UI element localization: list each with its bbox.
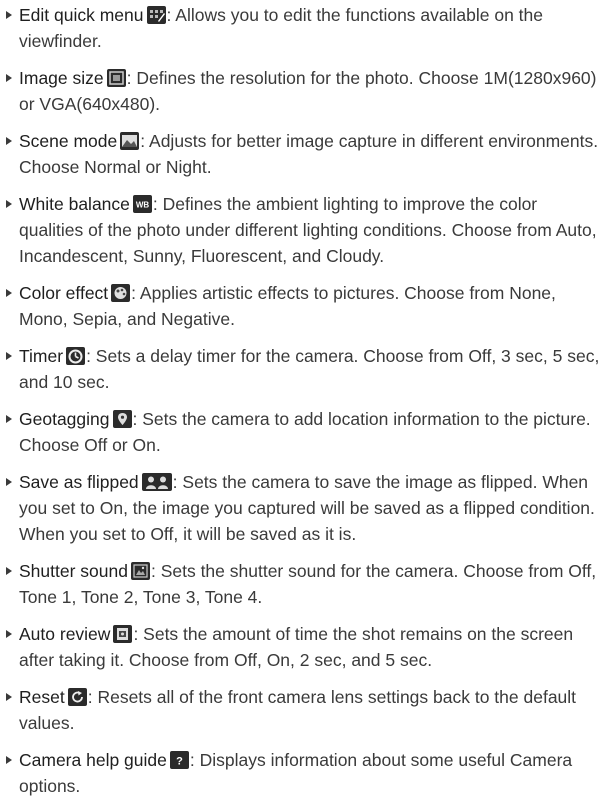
svg-text:?: ?: [176, 756, 183, 768]
list-item-image-size: Image size: Defines the resolution for t…: [6, 65, 604, 117]
item-name: Geotagging: [19, 409, 110, 429]
bullet-icon: [6, 289, 12, 297]
list-item-white-balance: White balance WB: Defines the ambient lig…: [6, 191, 604, 269]
list-item-color-effect: Color effect: Applies artistic effects t…: [6, 280, 604, 332]
bullet-icon: [6, 630, 12, 638]
timer-icon: [66, 347, 86, 365]
item-description: : Defines the resolution for the photo. …: [19, 68, 597, 114]
item-name: Color effect: [19, 283, 109, 303]
item-description: : Resets all of the front camera lens se…: [19, 687, 577, 733]
geotagging-icon: [112, 410, 132, 428]
item-name: Shutter sound: [19, 561, 128, 581]
list-item-geotagging: Geotagging: Sets the camera to add locat…: [6, 406, 604, 458]
list-item-timer: Timer: Sets a delay timer for the camera…: [6, 343, 604, 395]
list-item-auto-review: Auto review: Sets the amount of time the…: [6, 621, 604, 673]
bullet-icon: [6, 74, 12, 82]
list-item-edit-quick-menu: Edit quick menu: Allows you to edit the …: [6, 2, 604, 54]
list-item-save-as-flipped: Save as flipped: Sets the camera to save…: [6, 469, 604, 547]
shutter-sound-icon: [130, 562, 150, 580]
bullet-icon: [6, 756, 12, 764]
item-name: White balance: [19, 194, 130, 214]
image-size-icon: [106, 69, 126, 87]
item-name: Reset: [19, 687, 65, 707]
item-name: Edit quick menu: [19, 5, 144, 25]
list-item-shutter-sound: Shutter sound: Sets the shutter sound fo…: [6, 558, 604, 610]
reset-icon: [67, 688, 87, 706]
camera-help-guide-icon: ?: [169, 751, 189, 769]
bullet-icon: [6, 415, 12, 423]
item-description: : Sets a delay timer for the camera. Cho…: [19, 346, 600, 392]
bullet-icon: [6, 693, 12, 701]
item-name: Timer: [19, 346, 64, 366]
save-as-flipped-icon: [141, 473, 172, 491]
item-name: Auto review: [19, 624, 111, 644]
list-item-reset: Reset: Resets all of the front camera le…: [6, 684, 604, 736]
bullet-icon: [6, 137, 12, 145]
edit-quick-menu-icon: [146, 6, 166, 24]
bullet-icon: [6, 352, 12, 360]
list-item-scene-mode: Scene mode: Adjusts for better image cap…: [6, 128, 604, 180]
svg-text:WB: WB: [136, 201, 150, 210]
color-effect-icon: [111, 284, 131, 302]
item-name: Scene mode: [19, 131, 118, 151]
white-balance-icon: WB: [132, 195, 152, 213]
bullet-icon: [6, 200, 12, 208]
scene-mode-icon: [120, 132, 140, 150]
item-name: Camera help guide: [19, 750, 167, 770]
item-name: Image size: [19, 68, 104, 88]
bullet-icon: [6, 567, 12, 575]
bullet-icon: [6, 11, 12, 19]
list-item-camera-help-guide: Camera help guide?: Displays information…: [6, 747, 604, 799]
item-name: Save as flipped: [19, 472, 139, 492]
bullet-icon: [6, 478, 12, 486]
auto-review-icon: [113, 625, 133, 643]
